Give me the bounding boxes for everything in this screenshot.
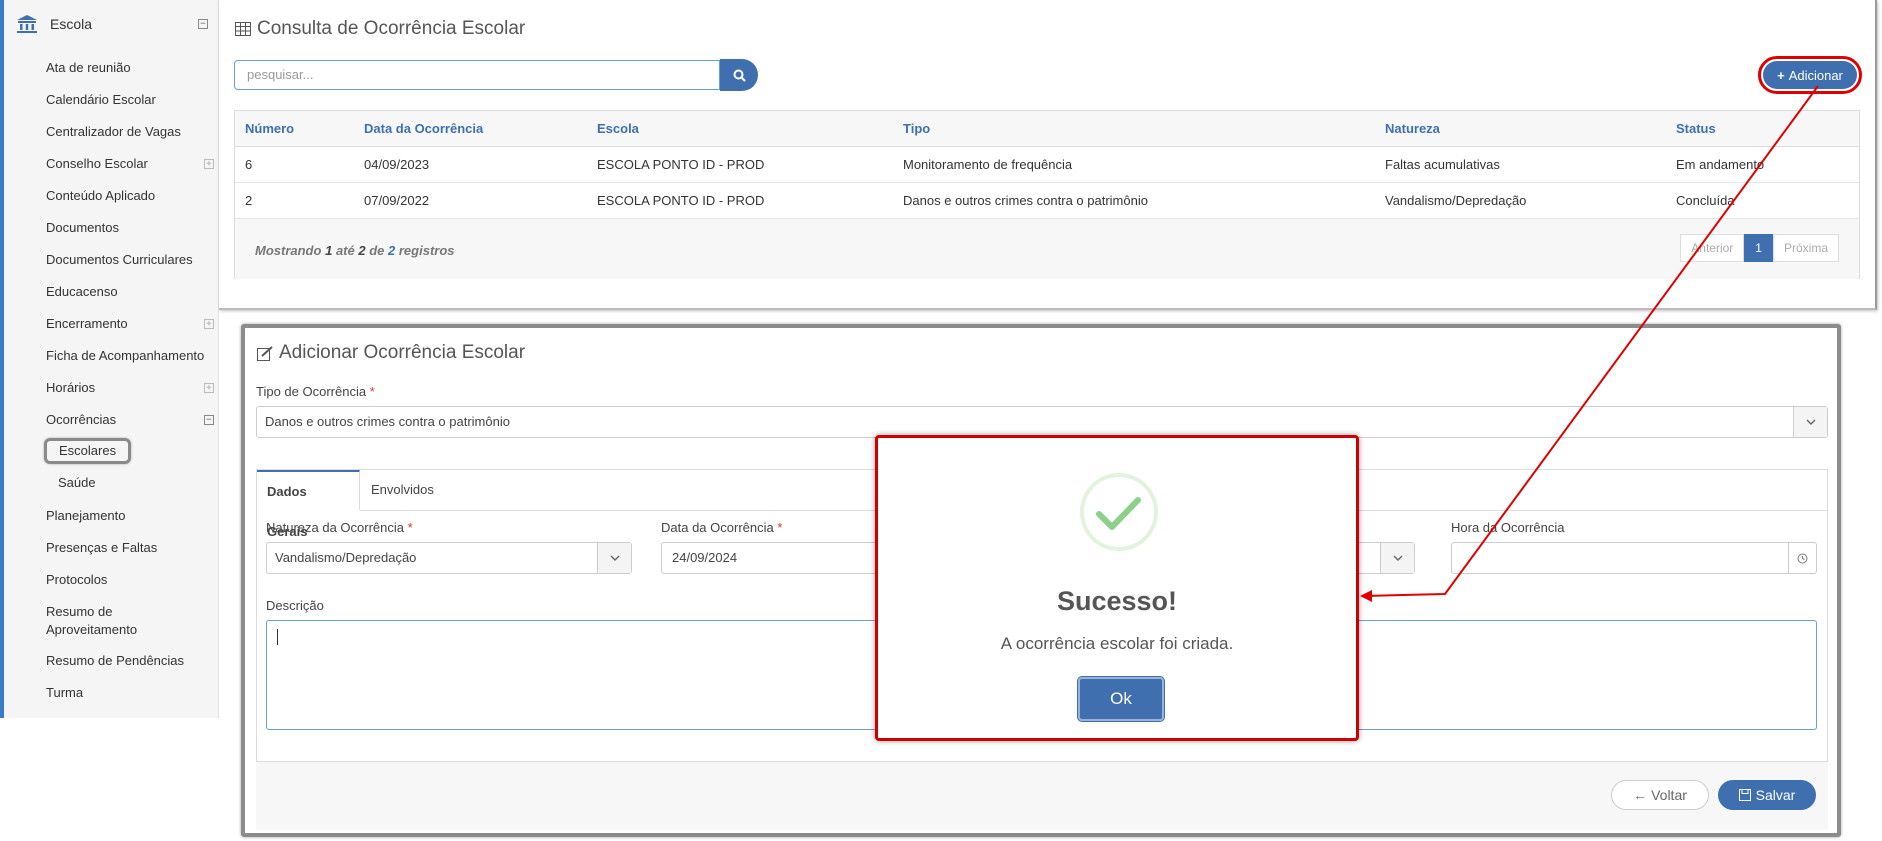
checkmark-icon (1080, 473, 1158, 551)
save-icon (1738, 789, 1751, 801)
search-button[interactable] (720, 59, 758, 91)
sidebar-item-presencas-e-faltas[interactable]: Presenças e Faltas (46, 539, 216, 557)
sidebar-item-ata-de-reuniao[interactable]: Ata de reunião (46, 59, 216, 77)
column-header-escola[interactable]: Escola (597, 121, 639, 136)
modal-message: A ocorrência escolar foi criada. (1000, 634, 1234, 653)
sidebar-item-encerramento[interactable]: Encerramento + (46, 315, 216, 333)
sidebar-item-resumo-de-aproveitamento[interactable]: Resumo de Aproveitamento (46, 603, 186, 639)
modal-title: Sucesso! (1056, 586, 1178, 616)
expand-icon[interactable]: + (204, 319, 214, 329)
sidebar-item-educacenso[interactable]: Educacenso (46, 283, 216, 301)
sidebar-item-resumo-de-pendencias[interactable]: Resumo de Pendências (46, 652, 216, 670)
search-input[interactable]: pesquisar... (234, 60, 720, 90)
clock-icon (1788, 543, 1816, 573)
collapse-icon[interactable]: − (204, 415, 214, 425)
consulta-title: Consulta de Ocorrência Escolar (235, 18, 525, 40)
column-header-natureza[interactable]: Natureza (1385, 121, 1440, 136)
arrow-left-icon: ← (1633, 787, 1648, 803)
table-row[interactable]: 6 04/09/2023 ESCOLA PONTO ID - PROD Moni… (235, 147, 1859, 183)
ok-button[interactable]: Ok (1077, 676, 1165, 722)
table-footer: Mostrando 1 até 2 de 2 registros Anterio… (235, 219, 1859, 279)
natureza-label: Natureza da Ocorrência * (266, 520, 413, 535)
sidebar-item-planejamento[interactable]: Planejamento (46, 507, 216, 525)
table-header: Número Data da Ocorrência Escola Tipo Na… (235, 111, 1859, 147)
sidebar-item-turma[interactable]: Turma (46, 684, 216, 702)
sidebar-item-documentos[interactable]: Documentos (46, 219, 216, 237)
data-label: Data da Ocorrência * (661, 520, 783, 535)
institution-icon (17, 15, 37, 33)
edit-icon (257, 345, 273, 361)
descricao-label: Descrição (266, 598, 324, 613)
sidebar-subitem-saude[interactable]: Saúde (58, 475, 96, 490)
records-info: Mostrando 1 até 2 de 2 registros (255, 243, 455, 258)
sidebar: Escola − Ata de reunião Calendário Escol… (0, 0, 219, 718)
plus-icon: + (1777, 67, 1785, 83)
tab-envolvidos[interactable]: Envolvidos (361, 470, 444, 510)
pagination-next[interactable]: Próxima (1772, 234, 1839, 262)
collapse-icon[interactable]: − (198, 19, 208, 29)
column-header-numero[interactable]: Número (245, 121, 294, 136)
sidebar-item-ocorrencias[interactable]: Ocorrências − (46, 411, 216, 429)
column-header-tipo[interactable]: Tipo (903, 121, 930, 136)
sidebar-item-ficha-de-acompanhamento[interactable]: Ficha de Acompanhamento (46, 347, 216, 365)
table-row[interactable]: 2 07/09/2022 ESCOLA PONTO ID - PROD Dano… (235, 183, 1859, 219)
sidebar-item-documentos-curriculares[interactable]: Documentos Curriculares (46, 251, 216, 269)
sidebar-header-escola[interactable]: Escola − (12, 12, 216, 36)
sidebar-title: Escola (50, 16, 93, 32)
search-icon (733, 69, 746, 82)
sidebar-subitem-escolares[interactable]: Escolares (44, 438, 131, 464)
natureza-select[interactable]: Vandalismo/Depredação (266, 542, 632, 574)
hora-label: Hora da Ocorrência (1451, 520, 1565, 535)
sidebar-item-calendario-escolar[interactable]: Calendário Escolar (46, 91, 216, 109)
ocorrencias-table: Número Data da Ocorrência Escola Tipo Na… (234, 110, 1860, 279)
add-button[interactable]: + Adicionar (1758, 56, 1862, 94)
chevron-down-icon (1380, 543, 1414, 573)
table-icon (235, 22, 251, 36)
sidebar-item-centralizador-de-vagas[interactable]: Centralizador de Vagas (46, 123, 216, 141)
column-header-status[interactable]: Status (1676, 121, 1716, 136)
sidebar-item-conselho-escolar[interactable]: Conselho Escolar + (46, 155, 216, 173)
consulta-panel: Consulta de Ocorrência Escolar pesquisar… (219, 0, 1877, 310)
pagination-page-1[interactable]: 1 (1744, 234, 1773, 262)
tab-dados-gerais[interactable]: Dados Gerais (257, 470, 360, 539)
tipo-select[interactable]: Danos e outros crimes contra o patrimôni… (256, 406, 1828, 438)
tipo-label: Tipo de Ocorrência * (256, 384, 375, 399)
sidebar-item-horarios[interactable]: Horários + (46, 379, 216, 397)
voltar-button[interactable]: ← Voltar (1611, 780, 1709, 810)
expand-icon[interactable]: + (204, 159, 214, 169)
chevron-down-icon (1793, 407, 1827, 437)
pagination-prev[interactable]: Anterior (1680, 234, 1745, 262)
hidden-select[interactable] (1357, 542, 1415, 574)
pagination: Anterior 1 Próxima (1680, 234, 1839, 262)
sidebar-item-conteudo-aplicado[interactable]: Conteúdo Aplicado (46, 187, 216, 205)
adicionar-title: Adicionar Ocorrência Escolar (257, 342, 525, 364)
hora-input[interactable] (1451, 542, 1817, 574)
salvar-button[interactable]: Salvar (1718, 780, 1816, 810)
expand-icon[interactable]: + (204, 383, 214, 393)
chevron-down-icon (597, 543, 631, 573)
success-modal: Sucesso! A ocorrência escolar foi criada… (875, 435, 1359, 741)
sidebar-item-protocolos[interactable]: Protocolos (46, 571, 216, 589)
column-header-data[interactable]: Data da Ocorrência (364, 121, 483, 136)
